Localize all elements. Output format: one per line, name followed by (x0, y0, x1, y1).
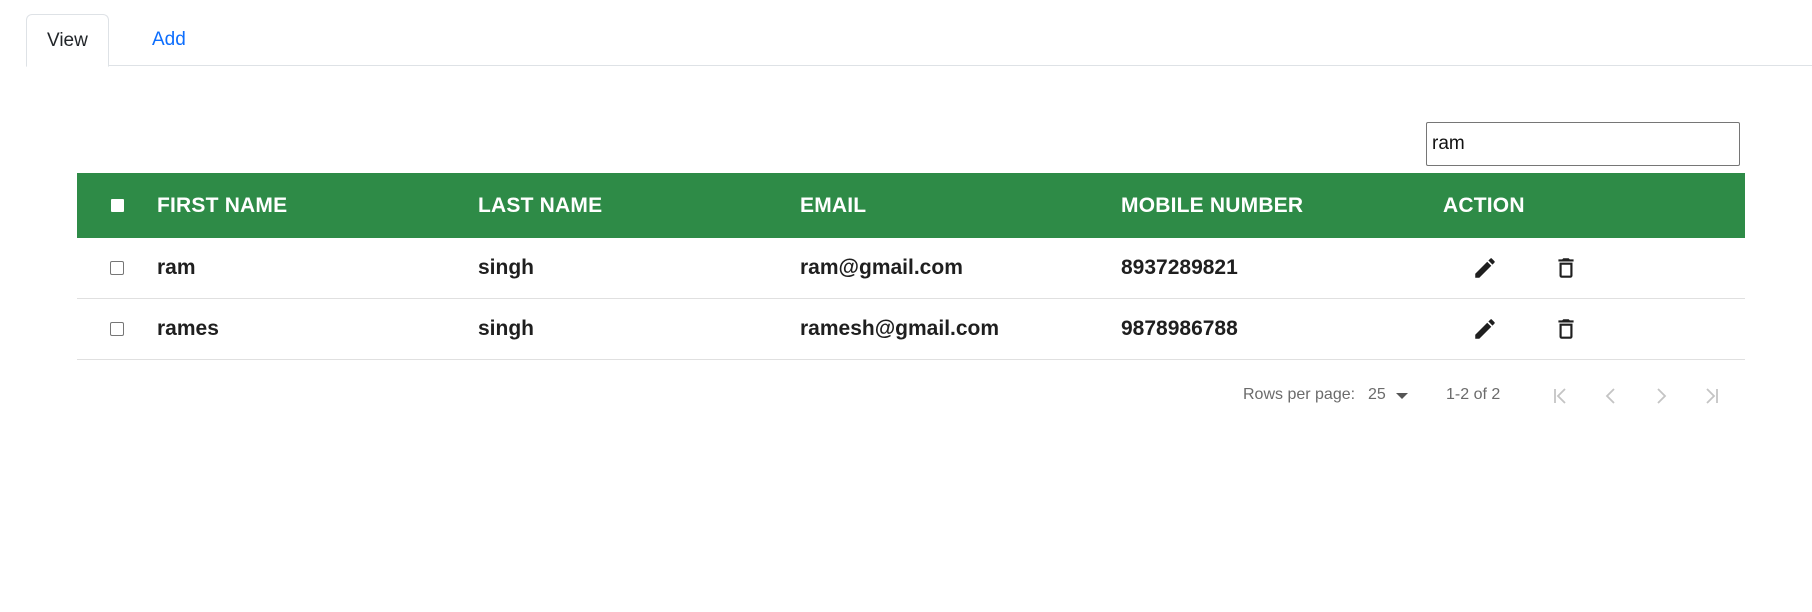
pencil-icon (1475, 319, 1495, 339)
search-input[interactable] (1426, 122, 1740, 166)
column-header-first-name[interactable]: FIRST NAME (157, 173, 287, 238)
chevron-right-icon (1657, 388, 1667, 404)
select-all-checkbox[interactable] (110, 199, 124, 212)
edit-button[interactable] (1465, 238, 1505, 298)
tab-add[interactable]: Add (132, 14, 206, 66)
pencil-icon (1475, 258, 1495, 278)
mobile-number-cell: 8937289821 (1121, 256, 1238, 279)
delete-button[interactable] (1546, 299, 1586, 359)
row-checkbox[interactable] (110, 261, 124, 275)
column-header-last-name[interactable]: LAST NAME (478, 173, 602, 238)
first-page-icon (1554, 388, 1566, 404)
last-page-icon (1706, 388, 1718, 404)
delete-button[interactable] (1546, 238, 1586, 298)
column-header-email[interactable]: EMAIL (800, 173, 866, 238)
first-name-cell: ram (157, 256, 196, 279)
rows-per-page-select[interactable]: 25 (1368, 386, 1386, 404)
row-select-cell (77, 238, 157, 298)
select-all-cell (77, 173, 157, 238)
column-header-action: ACTION (1443, 193, 1525, 217)
next-page-button[interactable] (1647, 382, 1675, 410)
trash-icon (1558, 258, 1574, 278)
caret-down-icon[interactable] (1396, 393, 1408, 399)
last-name-cell: singh (478, 317, 534, 340)
table-row: rames singh ramesh@gmail.com 9878986788 (77, 299, 1745, 360)
edit-button[interactable] (1465, 299, 1505, 359)
tab-view[interactable]: View (26, 14, 109, 67)
row-checkbox[interactable] (110, 322, 124, 336)
first-name-cell: rames (157, 317, 219, 340)
email-cell: ram@gmail.com (800, 256, 963, 279)
previous-page-button[interactable] (1597, 382, 1625, 410)
last-name-cell: singh (478, 256, 534, 279)
last-page-button[interactable] (1697, 382, 1725, 410)
trash-icon (1558, 319, 1574, 339)
table-header-row: FIRST NAME LAST NAME EMAIL MOBILE NUMBER… (77, 173, 1745, 238)
email-cell: ramesh@gmail.com (800, 317, 1000, 340)
pagination: Rows per page: 25 1-2 of 2 (1200, 378, 1745, 414)
row-select-cell (77, 299, 157, 359)
users-table: FIRST NAME LAST NAME EMAIL MOBILE NUMBER… (77, 173, 1745, 360)
mobile-number-cell: 9878986788 (1121, 317, 1238, 340)
table-row: ram singh ram@gmail.com 8937289821 (77, 238, 1745, 299)
column-header-mobile-number[interactable]: MOBILE NUMBER (1121, 173, 1303, 238)
first-page-button[interactable] (1547, 382, 1575, 410)
chevron-left-icon (1605, 388, 1615, 404)
pagination-range: 1-2 of 2 (1446, 386, 1501, 403)
tab-bar: View Add (26, 14, 1812, 67)
rows-per-page-label: Rows per page: (1243, 386, 1356, 403)
